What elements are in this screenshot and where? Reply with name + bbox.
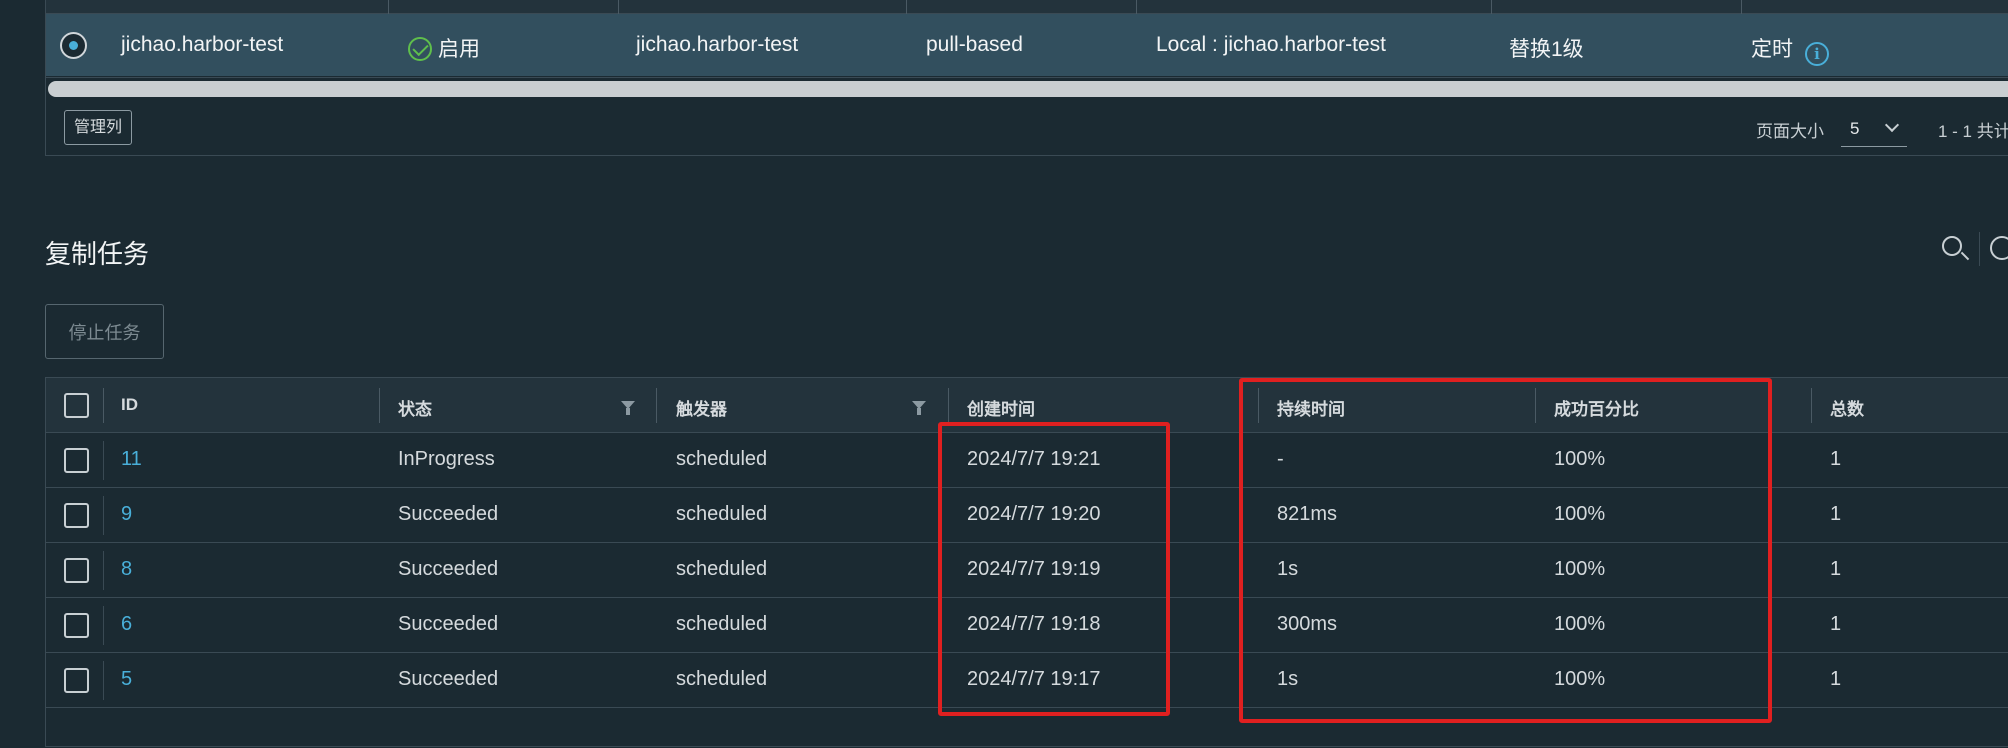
header-divider (948, 388, 949, 423)
manage-columns-button[interactable]: 管理列 (64, 110, 133, 145)
pagination-count: 1 - 1 共计 (1938, 122, 2008, 141)
execution-trigger: scheduled (676, 448, 768, 470)
filter-icon[interactable] (621, 401, 635, 415)
column-header-status[interactable]: 状态 (398, 395, 432, 420)
page-size-select[interactable]: 5 (1841, 109, 1907, 147)
highlight-box-duration-success (1239, 378, 1772, 723)
execution-id-link[interactable]: 9 (121, 503, 132, 526)
rule-source: jichao.harbor-test (636, 33, 799, 56)
row-divider (103, 606, 104, 645)
scrollbar-thumb[interactable] (48, 81, 2008, 97)
rules-table-header (46, 0, 2008, 14)
header-divider (1811, 388, 1812, 423)
stop-task-button[interactable]: 停止任务 (45, 304, 164, 359)
row-select-radio[interactable] (60, 32, 87, 59)
header-divider (906, 0, 907, 14)
header-divider (103, 388, 104, 423)
row-checkbox[interactable] (64, 613, 89, 638)
row-checkbox[interactable] (64, 503, 89, 528)
execution-status: Succeeded (398, 613, 499, 635)
header-divider (388, 0, 389, 14)
section-title: 复制任务 (45, 239, 150, 269)
execution-status: Succeeded (398, 503, 499, 525)
execution-status: Succeeded (398, 558, 499, 580)
page-size-label: 页面大小 (1756, 122, 1824, 141)
column-header-total[interactable]: 总数 (1830, 395, 1864, 420)
execution-status: InProgress (398, 448, 495, 470)
highlight-box-created-time (938, 422, 1170, 716)
execution-total: 1 (1830, 558, 1842, 580)
header-divider (1741, 0, 1742, 14)
select-all-checkbox[interactable] (64, 393, 89, 418)
column-header-created[interactable]: 创建时间 (967, 395, 1035, 420)
search-icon[interactable] (1942, 236, 1962, 256)
execution-trigger: scheduled (676, 503, 768, 525)
rules-table-row-selected[interactable]: jichao.harbor-test 启用 jichao.harbor-test… (46, 14, 2008, 76)
horizontal-scrollbar[interactable] (46, 77, 2008, 99)
column-header-id[interactable]: ID (121, 395, 138, 415)
page-size-value: 5 (1850, 119, 1860, 138)
row-divider (103, 441, 104, 480)
row-divider (103, 551, 104, 590)
execution-id-link[interactable]: 8 (121, 558, 132, 581)
toolbar-divider (1979, 232, 1980, 266)
header-divider (1491, 0, 1492, 14)
execution-total: 1 (1830, 668, 1842, 690)
rule-name: jichao.harbor-test (121, 33, 284, 56)
check-circle-icon (408, 37, 432, 61)
execution-total: 1 (1830, 503, 1842, 525)
info-icon[interactable]: i (1805, 42, 1829, 66)
header-divider (1136, 0, 1137, 14)
row-checkbox[interactable] (64, 558, 89, 583)
rules-table-footer: 管理列 页面大小 5 1 - 1 共计 (46, 100, 2008, 156)
header-divider (618, 0, 619, 14)
execution-trigger: scheduled (676, 668, 768, 690)
rule-destination: Local : jichao.harbor-test (1156, 33, 1386, 56)
row-checkbox[interactable] (64, 668, 89, 693)
rule-mode: pull-based (926, 33, 1023, 56)
execution-id-link[interactable]: 11 (121, 448, 142, 471)
rule-flattening: 替换1级 (1509, 38, 1584, 61)
row-divider (103, 661, 104, 700)
filter-icon[interactable] (912, 401, 926, 415)
execution-total: 1 (1830, 448, 1842, 470)
rule-trigger-label: 定时 (1751, 38, 1793, 61)
header-divider (656, 388, 657, 423)
header-divider (379, 388, 380, 423)
replication-rules-table: jichao.harbor-test 启用 jichao.harbor-test… (45, 0, 2008, 156)
execution-id-link[interactable]: 6 (121, 613, 132, 636)
rule-status: 启用 (408, 33, 480, 63)
refresh-icon[interactable] (1990, 236, 2008, 260)
execution-id-link[interactable]: 5 (121, 668, 132, 691)
execution-status: Succeeded (398, 668, 499, 690)
execution-trigger: scheduled (676, 558, 768, 580)
row-divider (103, 496, 104, 535)
execution-trigger: scheduled (676, 613, 768, 635)
column-header-trigger[interactable]: 触发器 (676, 395, 727, 420)
rule-trigger: 定时 i (1751, 33, 1829, 66)
rule-status-label: 启用 (438, 38, 480, 61)
chevron-down-icon (1884, 117, 1900, 133)
row-checkbox[interactable] (64, 448, 89, 473)
execution-total: 1 (1830, 613, 1842, 635)
